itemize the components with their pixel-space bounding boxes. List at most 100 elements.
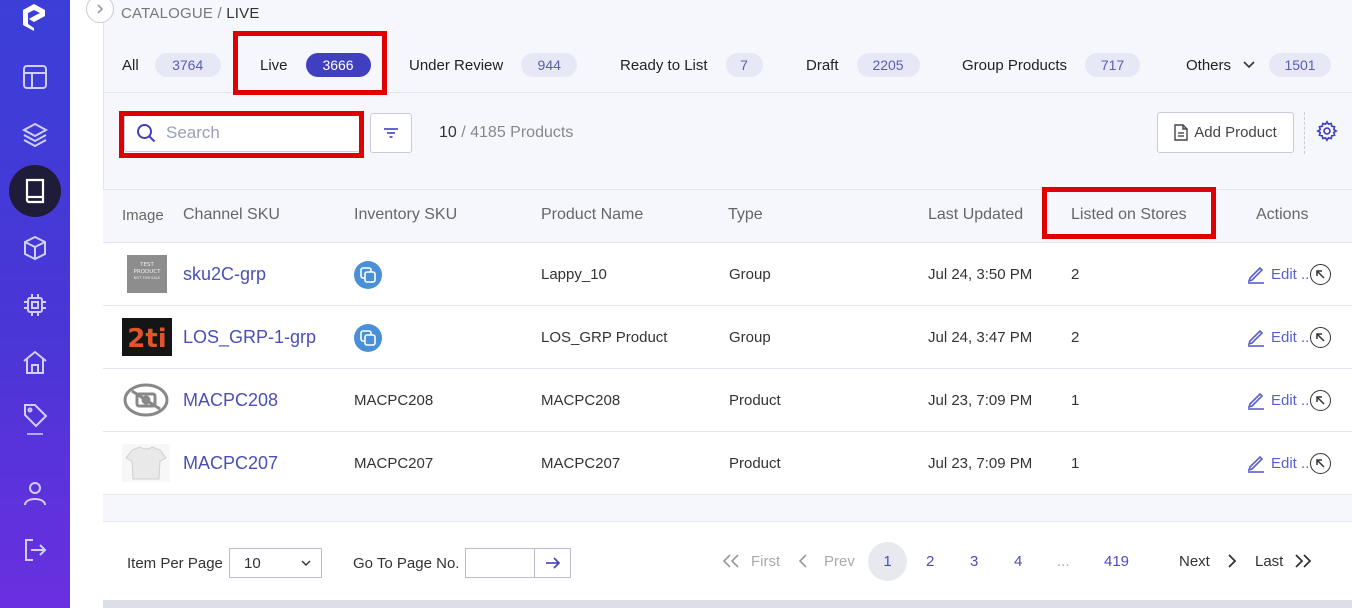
open-external-icon[interactable] — [1310, 453, 1331, 474]
product-thumbnail[interactable] — [122, 444, 170, 482]
user-profile-icon[interactable] — [15, 473, 55, 513]
column-header-inventory-sku[interactable]: Inventory SKU — [354, 206, 457, 224]
store-home-icon[interactable] — [15, 342, 55, 382]
breadcrumb: CATALOGUE / LIVE — [121, 5, 260, 22]
filter-icon — [384, 128, 398, 138]
last-updated: Jul 23, 7:09 PM — [928, 455, 1033, 472]
add-product-label: Add Product — [1194, 124, 1277, 141]
layers-icon[interactable] — [15, 114, 55, 154]
tab-group-products[interactable]: Group Products 717 — [962, 53, 1141, 77]
table-row[interactable] — [103, 432, 1352, 495]
open-external-icon[interactable] — [1310, 390, 1331, 411]
chip-icon[interactable] — [15, 285, 55, 325]
logout-icon[interactable] — [15, 530, 55, 570]
edit-button[interactable]: Edit .. — [1247, 453, 1309, 473]
channel-sku-link[interactable]: sku2C-grp — [183, 264, 266, 285]
column-header-last-updated[interactable]: Last Updated — [928, 206, 1023, 224]
no-image-placeholder-icon[interactable] — [122, 381, 170, 419]
thumb-text: PRODUCT — [134, 269, 162, 275]
chevron-down-icon — [1243, 61, 1255, 69]
breadcrumb-current: LIVE — [226, 5, 260, 22]
go-to-page-button[interactable] — [535, 548, 571, 578]
channel-sku-link[interactable]: MACPC207 — [183, 453, 278, 474]
group-link-icon[interactable] — [354, 261, 382, 289]
channel-sku-link[interactable]: LOS_GRP-1-grp — [183, 327, 316, 348]
package-box-icon[interactable] — [15, 228, 55, 268]
bottom-scrollbar[interactable] — [103, 600, 1352, 608]
tab-count-badge: 1501 — [1269, 53, 1332, 77]
edit-button[interactable]: Edit .. — [1247, 390, 1309, 410]
page-button[interactable]: 2 — [926, 553, 934, 570]
tab-label: All — [122, 56, 139, 74]
chevron-right-icon[interactable] — [1227, 554, 1237, 568]
tab-all[interactable]: All 3764 — [122, 53, 221, 77]
listed-on-stores: 2 — [1071, 329, 1080, 346]
tab-count-badge: 7 — [725, 53, 763, 77]
filter-button[interactable] — [370, 113, 412, 153]
tab-count-badge: 3764 — [154, 53, 221, 77]
product-thumbnail[interactable]: TEST PRODUCT NOT FOR SALE — [127, 255, 167, 293]
product-thumbnail[interactable]: 2ti — [122, 318, 172, 356]
pencil-icon — [1247, 266, 1264, 284]
go-to-page-label: Go To Page No. — [353, 555, 460, 572]
last-page-button[interactable]: Last — [1255, 553, 1283, 570]
listed-on-stores: 1 — [1071, 455, 1080, 472]
items-per-page-select[interactable]: 10 — [229, 548, 322, 578]
product-name: MACPC207 — [541, 455, 621, 472]
prev-page-button[interactable]: Prev — [824, 553, 855, 570]
tab-label: Under Review — [409, 56, 504, 74]
open-external-icon[interactable] — [1310, 327, 1331, 348]
dashboard-icon[interactable] — [15, 57, 55, 97]
first-page-button[interactable]: First — [751, 553, 780, 570]
product-type: Product — [729, 392, 781, 409]
product-name: LOS_GRP Product — [541, 329, 668, 346]
tab-ready-to-list[interactable]: Ready to List 7 — [620, 53, 763, 77]
product-count-shown: 10 — [439, 124, 457, 141]
page-button-current[interactable]: 1 — [868, 542, 907, 581]
table-row[interactable] — [103, 369, 1352, 432]
page-button[interactable]: 3 — [970, 553, 978, 570]
product-type: Group — [729, 266, 771, 283]
breadcrumb-parent[interactable]: CATALOGUE — [121, 5, 213, 22]
column-header-channel-sku[interactable]: Channel SKU — [183, 206, 280, 224]
tab-label: Group Products — [962, 56, 1068, 74]
pencil-icon — [1247, 455, 1264, 473]
next-page-button[interactable]: Next — [1179, 553, 1210, 570]
double-chevron-right-icon[interactable] — [1294, 554, 1312, 568]
table-row[interactable] — [103, 243, 1352, 306]
go-to-page-input[interactable] — [465, 548, 535, 578]
inventory-sku: MACPC207 — [354, 455, 434, 472]
page-button[interactable]: 4 — [1014, 553, 1022, 570]
catalogue-book-icon[interactable] — [9, 165, 61, 217]
column-header-type[interactable]: Type — [728, 206, 763, 224]
edit-label: Edit .. — [1271, 328, 1310, 346]
tab-count-badge: 2205 — [856, 53, 920, 77]
edit-button[interactable]: Edit .. — [1247, 264, 1309, 284]
table-spacer — [103, 495, 1352, 521]
tab-draft[interactable]: Draft 2205 — [806, 53, 920, 77]
add-product-button[interactable]: Add Product — [1157, 112, 1294, 153]
tab-others[interactable]: Others 1501 — [1186, 53, 1332, 77]
page-ellipsis: ... — [1057, 553, 1070, 570]
tab-under-review[interactable]: Under Review 944 — [409, 53, 578, 77]
last-updated: Jul 23, 7:09 PM — [928, 392, 1033, 409]
open-external-icon[interactable] — [1310, 264, 1331, 285]
pencil-icon — [1247, 392, 1264, 410]
tag-icon[interactable] — [15, 399, 55, 439]
page-button[interactable]: 419 — [1104, 553, 1129, 570]
channel-sku-link[interactable]: MACPC208 — [183, 390, 278, 411]
highlight-box — [119, 111, 364, 158]
listed-on-stores: 2 — [1071, 266, 1080, 283]
group-link-icon[interactable] — [354, 324, 382, 352]
double-chevron-left-icon[interactable] — [722, 554, 740, 568]
sidebar — [0, 0, 70, 608]
edit-label: Edit .. — [1271, 454, 1310, 472]
tab-label: Draft — [806, 56, 839, 74]
brand-logo-icon[interactable] — [19, 2, 49, 32]
settings-gear-icon[interactable] — [1316, 120, 1338, 147]
chevron-left-icon[interactable] — [798, 554, 808, 568]
edit-button[interactable]: Edit .. — [1247, 327, 1309, 347]
items-per-page-label: Item Per Page — [127, 555, 223, 572]
product-name: MACPC208 — [541, 392, 621, 409]
column-header-product-name[interactable]: Product Name — [541, 206, 643, 224]
